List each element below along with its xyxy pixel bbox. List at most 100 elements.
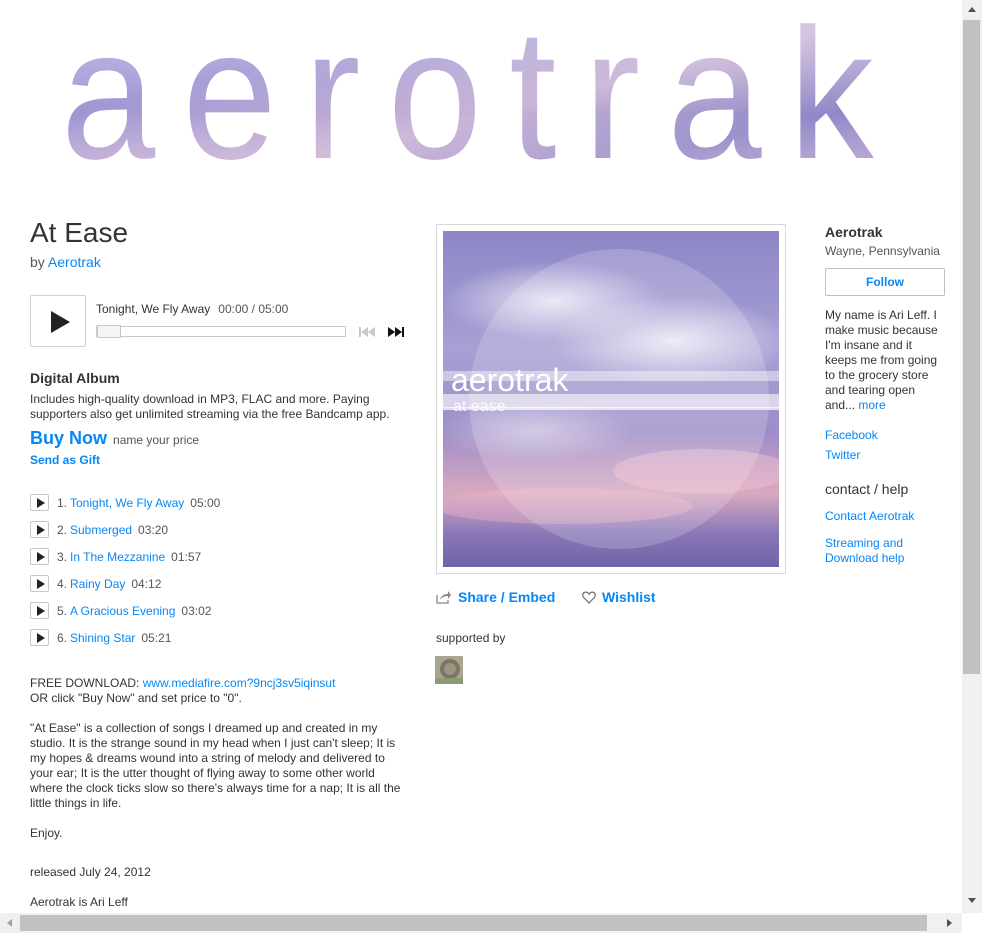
artist-location: Wayne, Pennsylvania (825, 244, 940, 258)
free-download-link[interactable]: www.mediafire.com?9ncj3sv5iqinsut (143, 676, 336, 690)
track-number: 3. (57, 550, 68, 564)
byline: by Aerotrak (30, 254, 410, 270)
artist-name[interactable]: Aerotrak (825, 224, 947, 240)
follow-button[interactable]: Follow (825, 268, 945, 296)
send-gift-link[interactable]: Send as Gift (30, 453, 410, 467)
track-play-button[interactable] (30, 521, 49, 538)
track-row: 6. Shining Star 05:21 (30, 629, 410, 656)
artist-sidebar: Aerotrak Wayne, Pennsylvania Follow My n… (825, 224, 947, 578)
free-download-note: FREE DOWNLOAD: www.mediafire.com?9ncj3sv… (30, 676, 410, 706)
horizontal-scrollbar[interactable] (0, 913, 962, 933)
artist-bio: My name is Ari Leff. I make music becaus… (825, 308, 947, 413)
contact-heading: contact / help (825, 481, 909, 497)
album-description: "At Ease" is a collection of songs I dre… (30, 721, 401, 810)
contact-links: Contact Aerotrak Streaming and Download … (825, 509, 947, 566)
artist-bio-text: My name is Ari Leff. I make music becaus… (825, 308, 938, 412)
release-date: released July 24, 2012 (30, 865, 151, 879)
artist-banner: aerotrak aerotrak (61, 0, 901, 190)
byline-prefix: by (30, 254, 45, 270)
digital-album-section: Digital Album Includes high-quality down… (30, 370, 410, 467)
track-row: 5. A Gracious Evening 03:02 (30, 602, 410, 629)
share-icon (436, 591, 451, 604)
track-number: 1. (57, 496, 68, 510)
svg-text:aerotrak: aerotrak (61, 0, 901, 190)
scroll-down-icon[interactable] (968, 898, 976, 903)
track-number: 6. (57, 631, 68, 645)
track-play-button[interactable] (30, 494, 49, 511)
track-duration: 03:02 (181, 604, 212, 618)
digital-album-description: Includes high-quality download in MP3, F… (30, 392, 390, 421)
track-duration: 05:00 (190, 496, 221, 510)
artist-links: Facebook Twitter (825, 425, 947, 465)
artist-link[interactable]: Aerotrak (48, 254, 101, 270)
banner-logo-text: aerotrak aerotrak (61, 0, 901, 190)
progress-bar[interactable] (96, 325, 346, 338)
track-number: 2. (57, 523, 68, 537)
track-play-button[interactable] (30, 629, 49, 646)
facebook-link[interactable]: Facebook (825, 428, 878, 442)
supporter-avatar[interactable] (435, 656, 463, 684)
track-row: 4. Rainy Day 04:12 (30, 575, 410, 602)
track-play-button[interactable] (30, 602, 49, 619)
vertical-scroll-thumb[interactable] (963, 20, 980, 674)
scroll-left-icon[interactable] (7, 919, 12, 927)
album-cover[interactable]: aerotrak at ease (436, 224, 786, 574)
wishlist-label: Wishlist (602, 589, 656, 605)
share-embed-button[interactable]: Share / Embed (436, 589, 555, 605)
now-playing-title: Tonight, We Fly Away (96, 302, 211, 316)
track-list: 1. Tonight, We Fly Away 05:00 2. Submerge… (30, 494, 410, 656)
track-play-button[interactable] (30, 548, 49, 565)
track-info: Rainy Day 04:12 (70, 577, 161, 591)
track-duration: 03:20 (138, 523, 169, 537)
track-title[interactable]: Tonight, We Fly Away (70, 496, 184, 510)
wishlist-button[interactable]: Wishlist (582, 589, 656, 605)
track-number: 5. (57, 604, 68, 618)
vertical-scrollbar[interactable] (962, 0, 982, 913)
track-title[interactable]: In The Mezzanine (70, 550, 165, 564)
play-button[interactable] (30, 295, 86, 347)
free-download-label: FREE DOWNLOAD: (30, 676, 143, 690)
track-info: A Gracious Evening 03:02 (70, 604, 211, 618)
track-play-button[interactable] (30, 575, 49, 592)
track-title[interactable]: Shining Star (70, 631, 135, 645)
free-download-instructions: OR click "Buy Now" and set price to "0". (30, 691, 242, 705)
streaming-help-link[interactable]: Streaming and Download help (825, 536, 904, 565)
scroll-right-icon[interactable] (947, 919, 952, 927)
bio-more-link[interactable]: more (858, 398, 885, 412)
heart-icon (582, 591, 596, 604)
album-cover-art: aerotrak at ease (443, 231, 779, 567)
audio-player: Tonight, We Fly Away 00:00 / 05:00 (30, 295, 410, 347)
cover-album-text: at ease (453, 398, 506, 415)
album-enjoy: Enjoy. (30, 826, 63, 840)
album-title: At Ease (30, 217, 129, 248)
scrollbar-corner (962, 913, 982, 933)
next-track-icon[interactable] (387, 326, 405, 338)
track-duration: 01:57 (171, 550, 202, 564)
album-about: FREE DOWNLOAD: www.mediafire.com?9ncj3sv… (30, 676, 410, 925)
track-info: Shining Star 05:21 (70, 631, 171, 645)
track-row: 3. In The Mezzanine 01:57 (30, 548, 410, 575)
scroll-up-icon[interactable] (968, 7, 976, 12)
track-title[interactable]: Rainy Day (70, 577, 125, 591)
track-info: Tonight, We Fly Away 05:00 (70, 496, 220, 510)
track-row: 2. Submerged 03:20 (30, 521, 410, 548)
contact-artist-link[interactable]: Contact Aerotrak (825, 509, 914, 523)
buy-row: Buy Now name your price (30, 428, 410, 449)
track-title[interactable]: A Gracious Evening (70, 604, 175, 618)
twitter-link[interactable]: Twitter (825, 448, 860, 462)
price-note: name your price (113, 433, 200, 447)
buy-now-button[interactable]: Buy Now (30, 428, 107, 448)
progress-thumb[interactable] (97, 325, 121, 338)
album-info: At Ease by Aerotrak Tonight, We Fly Away… (30, 216, 410, 909)
cover-artist-text: aerotrak (451, 362, 569, 398)
now-playing-time: 00:00 / 05:00 (218, 302, 289, 316)
track-duration: 04:12 (131, 577, 162, 591)
track-title[interactable]: Submerged (70, 523, 132, 537)
digital-album-heading: Digital Album (30, 370, 120, 386)
album-credits: Aerotrak is Ari Leff (30, 895, 128, 909)
supported-by-heading: supported by (436, 631, 506, 645)
prev-track-icon[interactable] (358, 326, 376, 338)
now-playing: Tonight, We Fly Away 00:00 / 05:00 (96, 302, 288, 316)
track-number: 4. (57, 577, 68, 591)
horizontal-scroll-thumb[interactable] (20, 915, 927, 931)
